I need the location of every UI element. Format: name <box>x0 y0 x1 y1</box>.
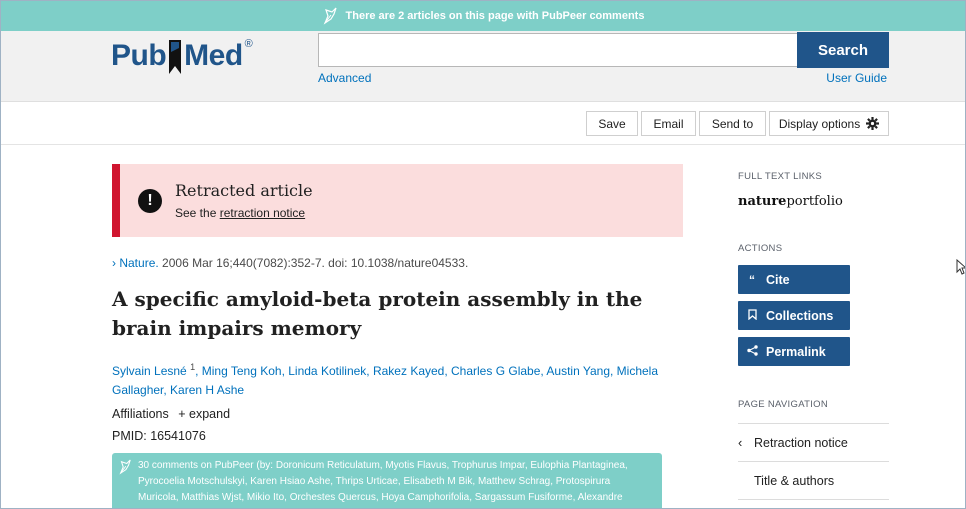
exclamation-icon: ! <box>138 189 162 213</box>
pubpeer-banner-text: There are 2 articles on this page with P… <box>345 10 645 22</box>
chevron-right-icon: › <box>112 256 116 270</box>
chevron-left-icon: ‹ <box>738 435 743 450</box>
retraction-notice-link[interactable]: retraction notice <box>220 206 305 220</box>
citation: › Nature. 2006 Mar 16;440(7082):352-7. d… <box>112 256 468 270</box>
mouse-cursor-icon <box>956 259 965 275</box>
author-list: Sylvain Lesné 1, Ming Teng Koh, Linda Ko… <box>112 358 672 400</box>
full-text-links-heading: FULL TEXT LINKS <box>738 171 823 182</box>
pubpeer-comments-box[interactable]: 30 comments on PubPeer (by: Doronicum Re… <box>112 453 662 508</box>
logo-text-med: Med <box>184 39 243 72</box>
bookmark-logo-icon <box>167 40 183 76</box>
pubpeer-comments-text: 30 comments on PubPeer (by: Doronicum Re… <box>138 460 628 503</box>
nav-item-title-authors[interactable]: Title & authors <box>738 461 889 499</box>
user-guide-link[interactable]: User Guide <box>826 71 887 85</box>
pubpeer-icon <box>323 7 337 25</box>
page-navigation-heading: PAGE NAVIGATION <box>738 399 829 410</box>
quote-icon: “ <box>749 272 755 287</box>
advanced-search-link[interactable]: Advanced <box>318 71 371 85</box>
permalink-button[interactable]: Permalink <box>738 337 850 366</box>
retraction-subtext: See the retraction notice <box>175 206 305 220</box>
cite-button[interactable]: “ Cite <box>738 265 850 294</box>
nav-item-divider <box>738 499 889 508</box>
nav-item-label: Title & authors <box>754 473 835 488</box>
citation-details: 2006 Mar 16;440(7082):352-7. doi: 10.103… <box>162 256 469 270</box>
expand-affiliations-button[interactable]: + expand <box>178 407 230 421</box>
search-input[interactable] <box>318 33 798 67</box>
display-options-button[interactable]: Display options <box>769 111 889 136</box>
save-button[interactable]: Save <box>586 111 638 136</box>
affiliations-label: Affiliations <box>112 407 169 421</box>
pmid: PMID: 16541076 <box>112 429 206 443</box>
retraction-prefix: See the <box>175 206 217 220</box>
actions-heading: ACTIONS <box>738 243 783 254</box>
portfolio-text: portfolio <box>786 194 843 209</box>
collections-label: Collections <box>766 308 834 323</box>
collections-button[interactable]: Collections <box>738 301 850 330</box>
logo-registered: ® <box>244 38 253 50</box>
retraction-alert: ! Retracted article See the retraction n… <box>112 164 683 237</box>
page-frame: There are 2 articles on this page with P… <box>0 0 966 509</box>
nav-item-retraction-notice[interactable]: ‹ Retraction notice <box>738 423 889 461</box>
author-link-first[interactable]: Sylvain Lesné <box>112 364 187 378</box>
action-toolbar: Save Email Send to Display options <box>1 102 965 145</box>
retraction-title: Retracted article <box>175 181 313 200</box>
journal-link[interactable]: Nature. <box>119 256 158 270</box>
nature-portfolio-link[interactable]: natureportfolio <box>738 194 843 209</box>
logo-text-pub: Pub <box>111 39 167 72</box>
nav-item-label: Retraction notice <box>754 435 848 450</box>
pubmed-logo[interactable]: Pub Med ® <box>111 31 253 81</box>
share-icon <box>738 344 766 359</box>
site-header: Pub Med ® Search Advanced User Guide <box>1 31 965 102</box>
search-button[interactable]: Search <box>797 32 889 68</box>
pubpeer-icon <box>119 459 131 475</box>
cite-label: Cite <box>766 272 790 287</box>
send-to-button[interactable]: Send to <box>699 111 766 136</box>
permalink-label: Permalink <box>766 344 826 359</box>
pubpeer-banner[interactable]: There are 2 articles on this page with P… <box>1 1 965 31</box>
nature-text: nature <box>738 194 787 209</box>
email-button[interactable]: Email <box>641 111 696 136</box>
display-options-label: Display options <box>778 116 861 131</box>
affiliations: Affiliations + expand <box>112 407 230 421</box>
bookmark-icon <box>738 308 766 323</box>
article-title: A specific amyloid-beta protein assembly… <box>112 287 643 340</box>
gear-icon <box>866 117 880 130</box>
